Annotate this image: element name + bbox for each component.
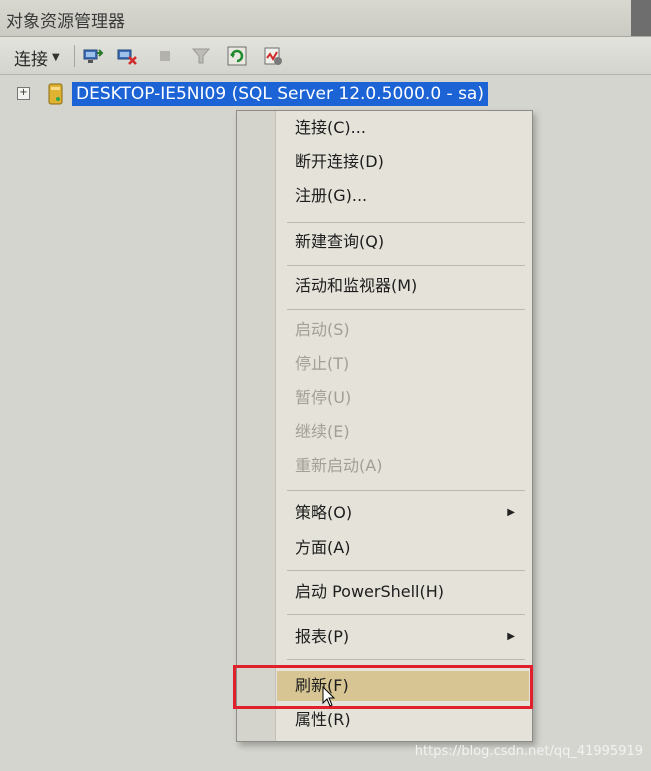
menu-item-policies[interactable]: 策略(O) ▶: [277, 498, 529, 528]
expand-icon[interactable]: +: [17, 87, 30, 100]
menu-separator: [287, 659, 525, 660]
menu-item-facets[interactable]: 方面(A): [277, 533, 529, 563]
menu-item-policies-label: 策略(O): [295, 503, 353, 522]
server-node[interactable]: DESKTOP-IE5NI09 (SQL Server 12.0.5000.0 …: [72, 82, 488, 106]
menu-separator: [287, 222, 525, 223]
menu-item-new-query[interactable]: 新建查询(Q): [277, 227, 529, 257]
menu-item-activity-monitor[interactable]: 活动和监视器(M): [277, 271, 529, 301]
menu-item-pause: 暂停(U): [295, 388, 352, 407]
toolbar-separator: [74, 45, 75, 67]
menu-separator: [287, 265, 525, 266]
connect-label: 连接: [14, 50, 48, 70]
context-menu: 连接(C)... 断开连接(D) 注册(G)... 新建查询(Q) 活动和监视器…: [236, 110, 533, 742]
refresh-icon[interactable]: [226, 45, 248, 67]
menu-item-start: 启动(S): [295, 320, 350, 339]
menu-item-start-powershell[interactable]: 启动 PowerShell(H): [277, 577, 529, 607]
menu-separator: [287, 309, 525, 310]
watermark: https://blog.csdn.net/qq_41995919: [414, 744, 643, 759]
window-title: 对象资源管理器: [6, 12, 125, 32]
menu-item-reports-label: 报表(P): [295, 627, 350, 646]
connect-dropdown[interactable]: 连接 ▼: [14, 45, 60, 70]
menu-separator: [287, 614, 525, 615]
server-icon: [48, 83, 63, 105]
stop-icon[interactable]: [154, 45, 176, 67]
menu-item-resume: 继续(E): [295, 422, 350, 441]
menu-separator: [287, 570, 525, 571]
titlebar-edge: [631, 0, 651, 36]
chevron-right-icon: ▶: [507, 507, 515, 518]
menu-item-register[interactable]: 注册(G)...: [277, 181, 529, 211]
toolbar: 连接 ▼: [0, 37, 651, 75]
menu-icon-strip: [237, 111, 276, 741]
mouse-pointer-icon: [322, 686, 336, 707]
disconnect-icon[interactable]: [116, 45, 138, 67]
menu-item-reports[interactable]: 报表(P) ▶: [277, 622, 529, 652]
connect-object-explorer-icon[interactable]: [82, 45, 104, 67]
menu-item-connect[interactable]: 连接(C)...: [277, 113, 529, 143]
activity-monitor-icon[interactable]: [262, 45, 284, 67]
window-titlebar: 对象资源管理器: [0, 0, 651, 37]
menu-item-restart: 重新启动(A): [295, 456, 383, 475]
chevron-down-icon: ▼: [52, 52, 60, 63]
menu-separator: [287, 490, 525, 491]
filter-icon[interactable]: [190, 45, 212, 67]
menu-item-refresh[interactable]: 刷新(F): [277, 671, 529, 701]
menu-item-disconnect[interactable]: 断开连接(D): [277, 147, 529, 177]
chevron-right-icon: ▶: [507, 631, 515, 642]
menu-item-properties[interactable]: 属性(R): [277, 705, 529, 735]
menu-item-stop: 停止(T): [295, 354, 350, 373]
